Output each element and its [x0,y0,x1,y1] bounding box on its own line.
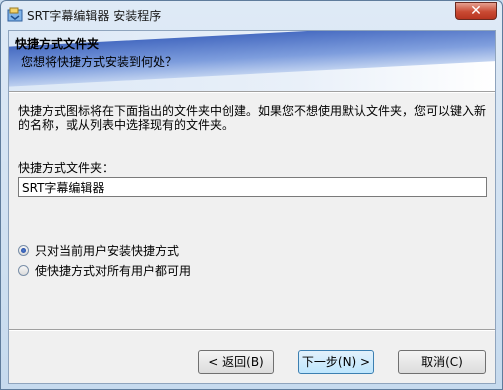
back-button[interactable]: < 返回(B) [198,350,274,374]
close-icon: ✕ [470,3,482,19]
footer-divider [9,329,495,331]
option-current-user[interactable]: 只对当前用户安装快捷方式 [18,242,179,259]
option-current-user-label: 只对当前用户安装快捷方式 [35,244,180,258]
installer-app-icon [7,7,23,22]
wizard-header: 快捷方式文件夹 您想将快捷方式安装到何处？ [9,31,495,91]
radio-current-user[interactable] [18,245,29,256]
option-all-users-label: 使快捷方式对所有用户都可用 [35,264,192,278]
header-divider [9,91,495,93]
installer-window: SRT字幕编辑器 安装程序 ✕ 快捷方式文件夹 您想将快捷方式安装到何处？ 快捷… [0,0,503,390]
option-all-users[interactable]: 使快捷方式对所有用户都可用 [18,262,191,279]
title-bar[interactable]: SRT字幕编辑器 安装程序 ✕ [1,1,502,30]
shortcut-folder-input[interactable] [18,177,487,197]
window-title: SRT字幕编辑器 安装程序 [27,9,162,23]
description-text: 快捷方式图标将在下面指出的文件夹中创建。如果您不想使用默认文件夹，您可以键入新的… [18,104,487,132]
close-button[interactable]: ✕ [455,2,497,20]
wizard-client-area: 快捷方式文件夹 您想将快捷方式安装到何处？ 快捷方式图标将在下面指出的文件夹中创… [8,30,496,384]
page-subtitle: 您想将快捷方式安装到何处？ [21,55,178,69]
next-button[interactable]: 下一步(N) > [298,350,374,374]
radio-all-users[interactable] [18,265,29,276]
cancel-button[interactable]: 取消(C) [398,350,486,374]
page-title: 快捷方式文件夹 [15,37,100,51]
folder-label: 快捷方式文件夹： [18,161,115,175]
